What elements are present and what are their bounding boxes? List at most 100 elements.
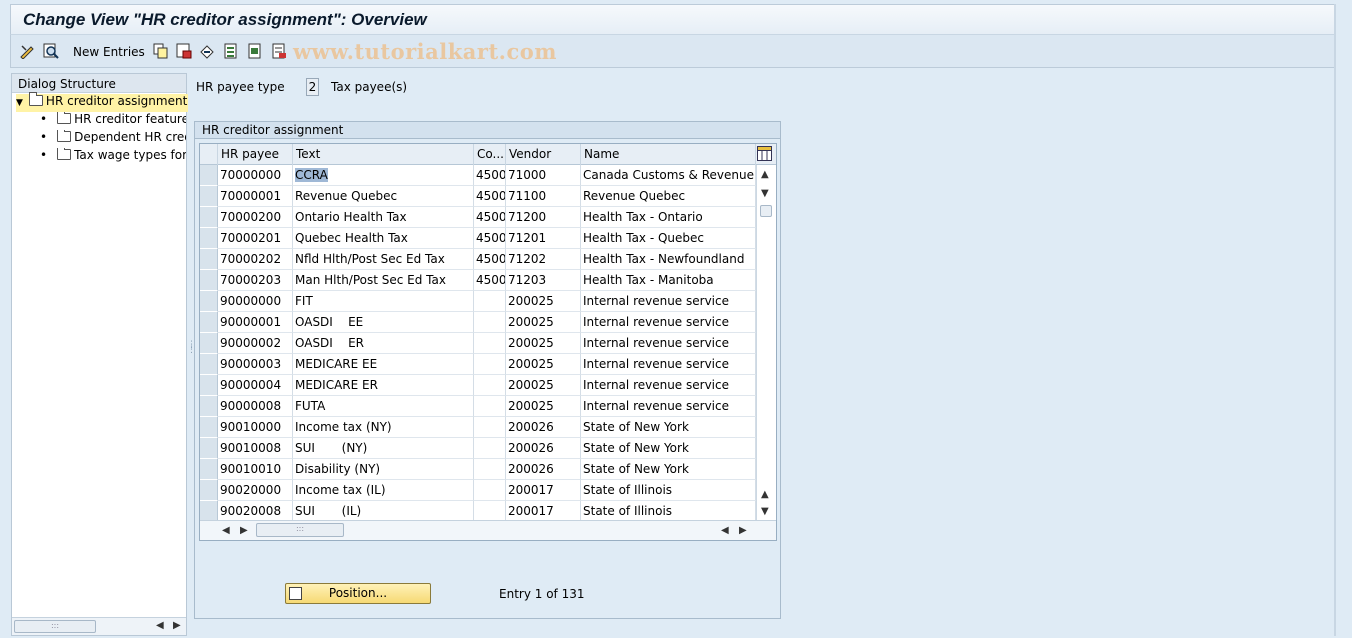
- cell-text[interactable]: SUI (IL): [293, 501, 474, 522]
- row-selector[interactable]: [200, 501, 218, 522]
- panel-splitter[interactable]: ⋮ ⋮: [187, 341, 196, 363]
- scroll-left-arrow-icon[interactable]: ◀: [222, 525, 230, 536]
- cell-name[interactable]: State of New York: [581, 438, 756, 459]
- select-all-icon[interactable]: [223, 43, 239, 59]
- cell-vendor[interactable]: 71203: [506, 270, 581, 291]
- select-all-column[interactable]: [200, 144, 218, 165]
- cell-text[interactable]: Disability (NY): [293, 459, 474, 480]
- cell-text[interactable]: MEDICARE ER: [293, 375, 474, 396]
- cell-company[interactable]: [474, 396, 506, 417]
- scroll-left-arrow-icon[interactable]: ◀: [156, 620, 164, 631]
- cell-vendor[interactable]: 200025: [506, 312, 581, 333]
- cell-company[interactable]: [474, 417, 506, 438]
- cell-name[interactable]: Health Tax - Manitoba: [581, 270, 756, 291]
- expand-arrow-icon[interactable]: ▼: [16, 98, 23, 108]
- cell-text[interactable]: FIT: [293, 291, 474, 312]
- cell-vendor[interactable]: 200025: [506, 375, 581, 396]
- cell-name[interactable]: Health Tax - Ontario: [581, 207, 756, 228]
- scroll-down-arrow-icon[interactable]: ▼: [761, 506, 769, 517]
- scroll-right-arrow-icon[interactable]: ▶: [739, 525, 747, 536]
- cell-text[interactable]: Quebec Health Tax: [293, 228, 474, 249]
- table-row[interactable]: 90010010 Disability (NY) 200026 State of Ne…: [200, 459, 756, 480]
- cell-text[interactable]: OASDI EE: [293, 312, 474, 333]
- undo-icon[interactable]: [199, 43, 215, 59]
- scroll-right-arrow-icon[interactable]: ▶: [173, 620, 181, 631]
- row-selector[interactable]: [200, 480, 218, 501]
- position-button[interactable]: Position...: [285, 583, 431, 604]
- cell-text[interactable]: Income tax (IL): [293, 480, 474, 501]
- cell-name[interactable]: Health Tax - Newfoundland: [581, 249, 756, 270]
- column-header-vendor[interactable]: Vendor: [506, 144, 581, 165]
- tree-item-tax-wage-types[interactable]: • Tax wage types for I: [40, 148, 186, 166]
- select-block-icon[interactable]: [247, 43, 263, 59]
- cell-text[interactable]: OASDI ER: [293, 333, 474, 354]
- cell-name[interactable]: Internal revenue service: [581, 354, 756, 375]
- cell-text[interactable]: Nfld Hlth/Post Sec Ed Tax: [293, 249, 474, 270]
- scroll-up-page-icon[interactable]: ▲: [761, 489, 769, 500]
- table-row[interactable]: 70000000 CCRA 4500 71000 Canada Customs & Re…: [200, 165, 756, 186]
- cell-name[interactable]: State of Illinois: [581, 480, 756, 501]
- cell-vendor[interactable]: 200026: [506, 438, 581, 459]
- cell-company[interactable]: [474, 354, 506, 375]
- cell-name[interactable]: Internal revenue service: [581, 312, 756, 333]
- row-selector[interactable]: [200, 375, 218, 396]
- scrollbar-thumb[interactable]: :::: [256, 523, 344, 537]
- table-row[interactable]: 70000202 Nfld Hlth/Post Sec Ed Tax 4500 712…: [200, 249, 756, 270]
- cell-text[interactable]: CCRA: [293, 165, 474, 186]
- row-selector[interactable]: [200, 438, 218, 459]
- find-icon[interactable]: [43, 43, 59, 59]
- cell-company[interactable]: [474, 312, 506, 333]
- column-header-hr-payee[interactable]: HR payee: [218, 144, 293, 165]
- cell-name[interactable]: State of New York: [581, 417, 756, 438]
- row-selector[interactable]: [200, 291, 218, 312]
- tree-horizontal-scrollbar[interactable]: ::: ◀ ▶: [12, 617, 186, 635]
- cell-vendor[interactable]: 71100: [506, 186, 581, 207]
- row-selector[interactable]: [200, 249, 218, 270]
- table-row[interactable]: 70000201 Quebec Health Tax 4500 71201 Health…: [200, 228, 756, 249]
- cell-company[interactable]: [474, 480, 506, 501]
- row-selector[interactable]: [200, 396, 218, 417]
- cell-name[interactable]: Canada Customs & Revenue Ag: [581, 165, 756, 186]
- scroll-left-arrow-icon[interactable]: ◀: [721, 525, 729, 536]
- cell-vendor[interactable]: 200026: [506, 417, 581, 438]
- cell-text[interactable]: Man Hlth/Post Sec Ed Tax: [293, 270, 474, 291]
- payee-type-field[interactable]: 2: [306, 78, 319, 96]
- display-change-icon[interactable]: [19, 43, 35, 59]
- table-vertical-scrollbar[interactable]: ▲ ▼ ▲ ▼: [756, 165, 776, 520]
- row-selector[interactable]: [200, 207, 218, 228]
- cell-name[interactable]: Internal revenue service: [581, 375, 756, 396]
- row-selector[interactable]: [200, 312, 218, 333]
- scroll-down-page-icon[interactable]: ▼: [761, 188, 769, 199]
- table-row[interactable]: 90000001 OASDI EE 200025 Internal revenue s…: [200, 312, 756, 333]
- cell-company[interactable]: [474, 438, 506, 459]
- cell-vendor[interactable]: 200026: [506, 459, 581, 480]
- cell-text[interactable]: Revenue Quebec: [293, 186, 474, 207]
- scrollbar-thumb[interactable]: [760, 205, 772, 217]
- table-row[interactable]: 90000008 FUTA 200025 Internal revenue servi…: [200, 396, 756, 417]
- scroll-up-arrow-icon[interactable]: ▲: [761, 169, 769, 180]
- column-header-company[interactable]: Co...: [474, 144, 506, 165]
- delete-icon[interactable]: [176, 43, 192, 59]
- cell-vendor[interactable]: 200017: [506, 480, 581, 501]
- table-row[interactable]: 70000203 Man Hlth/Post Sec Ed Tax 4500 7120…: [200, 270, 756, 291]
- cell-vendor[interactable]: 71200: [506, 207, 581, 228]
- scroll-right-arrow-icon[interactable]: ▶: [240, 525, 248, 536]
- table-row[interactable]: 70000001 Revenue Quebec 4500 71100 Revenue Q…: [200, 186, 756, 207]
- table-row[interactable]: 90010000 Income tax (NY) 200026 State of Ne…: [200, 417, 756, 438]
- row-selector[interactable]: [200, 417, 218, 438]
- cell-vendor[interactable]: 71202: [506, 249, 581, 270]
- cell-name[interactable]: Health Tax - Quebec: [581, 228, 756, 249]
- new-entries-button[interactable]: New Entries: [73, 45, 145, 59]
- row-selector[interactable]: [200, 186, 218, 207]
- cell-vendor[interactable]: 200025: [506, 396, 581, 417]
- cell-text[interactable]: FUTA: [293, 396, 474, 417]
- cell-company[interactable]: [474, 291, 506, 312]
- row-selector[interactable]: [200, 165, 218, 186]
- table-settings-icon[interactable]: [757, 146, 772, 161]
- cell-text[interactable]: Income tax (NY): [293, 417, 474, 438]
- cell-vendor[interactable]: 71201: [506, 228, 581, 249]
- cell-name[interactable]: State of New York: [581, 459, 756, 480]
- tree-item-hr-creditor-features[interactable]: • HR creditor features: [40, 112, 186, 130]
- cell-name[interactable]: Internal revenue service: [581, 333, 756, 354]
- table-row[interactable]: 90020008 SUI (IL) 200017 State of Illinois: [200, 501, 756, 522]
